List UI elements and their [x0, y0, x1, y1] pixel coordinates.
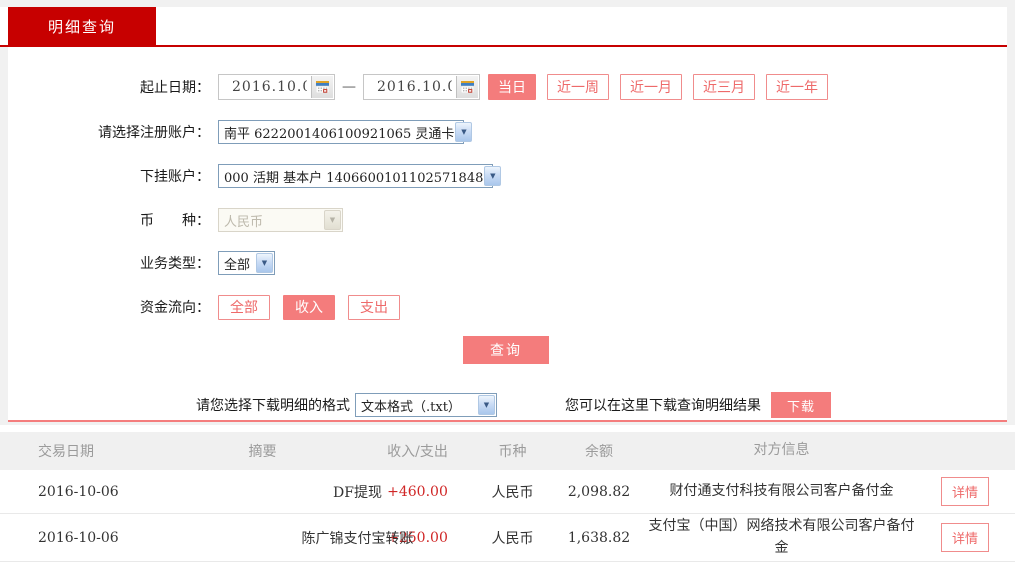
calendar-icon[interactable] — [456, 76, 478, 98]
chevron-down-icon: ▼ — [484, 166, 501, 186]
sub-account-label: 下挂账户： — [8, 166, 210, 186]
chevron-down-icon: ▼ — [478, 395, 495, 415]
cell-date: 2016-10-06 — [0, 484, 165, 500]
quick-range-today[interactable]: 当日 — [488, 74, 536, 100]
tab-detail-query[interactable]: 明细查询 — [8, 7, 156, 45]
table-row: 2016-10-06 DF提现 +460.00 人民币 2,098.82 财付通… — [0, 470, 1015, 514]
cell-currency: 人民币 — [475, 482, 550, 502]
detail-button[interactable]: 详情 — [941, 477, 989, 506]
cell-balance: 2,098.82 — [550, 484, 648, 500]
business-type-label: 业务类型： — [8, 253, 210, 273]
query-filter-panel: 起止日期： — — [8, 47, 1007, 422]
business-type-value: 全部 — [224, 254, 250, 273]
quick-range-3months[interactable]: 近三月 — [693, 74, 755, 100]
fund-flow-row: 资金流向： 全部 收入 支出 — [8, 293, 413, 321]
registered-account-label: 请选择注册账户： — [8, 122, 210, 142]
registered-account-select[interactable]: 南平 6222001406100921065 灵通卡 ▼ — [218, 120, 464, 144]
download-button[interactable]: 下载 — [771, 392, 831, 418]
chevron-down-icon: ▼ — [455, 122, 472, 142]
start-date-field[interactable] — [218, 74, 335, 100]
business-type-select[interactable]: 全部 ▼ — [218, 251, 275, 275]
fund-flow-label: 资金流向： — [8, 297, 210, 317]
col-header-currency: 币种 — [475, 441, 550, 461]
download-format-value: 文本格式（.txt） — [361, 396, 461, 415]
query-button[interactable]: 查询 — [463, 336, 549, 364]
chevron-down-icon: ▼ — [256, 253, 273, 273]
cell-counterparty: 支付宝（中国）网络技术有限公司客户备付金 — [648, 516, 915, 559]
currency-row: 币 种： 人民币 ▼ — [8, 206, 343, 234]
calendar-icon[interactable] — [311, 76, 333, 98]
fund-flow-expense[interactable]: 支出 — [348, 295, 400, 320]
cell-currency: 人民币 — [475, 528, 550, 548]
fund-flow-income[interactable]: 收入 — [283, 295, 335, 320]
cell-balance: 1,638.82 — [550, 530, 648, 546]
sub-account-row: 下挂账户： 000 活期 基本户 1406600101102571848 ▼ — [8, 162, 493, 190]
currency-select: 人民币 ▼ — [218, 208, 343, 232]
quick-range-week[interactable]: 近一周 — [547, 74, 609, 100]
quick-range-year[interactable]: 近一年 — [766, 74, 828, 100]
table-header-row: 交易日期 摘要 收入/支出 币种 余额 对方信息 — [0, 432, 1015, 470]
date-range-row: 起止日期： — — [8, 73, 828, 101]
col-header-date: 交易日期 — [0, 441, 165, 461]
col-header-counterparty: 对方信息 — [648, 440, 915, 462]
registered-account-row: 请选择注册账户： 南平 6222001406100921065 灵通卡 ▼ — [8, 118, 464, 146]
detail-button[interactable]: 详情 — [941, 523, 989, 552]
business-type-row: 业务类型： 全部 ▼ — [8, 249, 275, 277]
sub-account-value: 000 活期 基本户 1406600101102571848 — [224, 167, 483, 186]
registered-account-value: 南平 6222001406100921065 灵通卡 — [224, 123, 454, 142]
table-row: 2016-10-06 陈广锦支付宝转账 +250.00 人民币 1,638.82… — [0, 514, 1015, 562]
end-date-field[interactable] — [363, 74, 480, 100]
download-format-select[interactable]: 文本格式（.txt） ▼ — [355, 393, 497, 417]
col-header-amount: 收入/支出 — [360, 441, 475, 461]
end-date-input[interactable] — [364, 76, 452, 98]
currency-value: 人民币 — [224, 211, 263, 230]
cell-date: 2016-10-06 — [0, 530, 165, 546]
quick-range-month[interactable]: 近一月 — [620, 74, 682, 100]
quick-range-group: 当日 近一周 近一月 近三月 近一年 — [488, 74, 828, 100]
col-header-summary: 摘要 — [165, 441, 360, 461]
results-table: 交易日期 摘要 收入/支出 币种 余额 对方信息 2016-10-06 DF提现… — [0, 425, 1015, 567]
start-date-input[interactable] — [219, 76, 307, 98]
fund-flow-all[interactable]: 全部 — [218, 295, 270, 320]
date-range-separator: — — [342, 79, 356, 95]
date-range-label: 起止日期： — [8, 77, 210, 97]
download-hint: 您可以在这里下载查询明细结果 — [565, 395, 761, 415]
cell-summary: DF提现 — [260, 482, 455, 502]
currency-label: 币 种： — [8, 210, 210, 230]
cell-counterparty: 财付通支付科技有限公司客户备付金 — [648, 481, 915, 503]
col-header-balance: 余额 — [550, 441, 648, 461]
sub-account-select[interactable]: 000 活期 基本户 1406600101102571848 ▼ — [218, 164, 493, 188]
chevron-down-icon: ▼ — [324, 210, 341, 230]
download-row: 请您选择下载明细的格式 文本格式（.txt） ▼ 您可以在这里下载查询明细结果 … — [8, 392, 1007, 418]
download-format-label: 请您选择下载明细的格式 — [196, 395, 350, 415]
cell-summary: 陈广锦支付宝转账 — [260, 528, 455, 548]
